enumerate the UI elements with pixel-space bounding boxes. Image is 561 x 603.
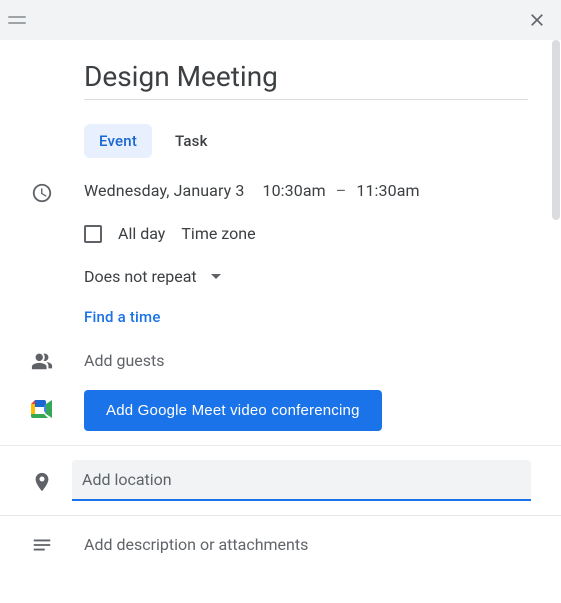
time-dash: – (336, 181, 347, 200)
type-tabs: Event Task (0, 100, 561, 180)
event-date[interactable]: Wednesday, January 3 (84, 181, 244, 200)
people-icon (31, 350, 53, 372)
location-pin-icon (31, 471, 53, 493)
guests-section: Add guests (0, 348, 561, 390)
drag-handle-icon[interactable] (8, 16, 26, 24)
recurrence-label: Does not repeat (84, 267, 197, 286)
scrollbar-thumb[interactable] (552, 40, 560, 220)
start-time[interactable]: 10:30am (262, 181, 325, 200)
end-time[interactable]: 11:30am (356, 181, 419, 200)
datetime-section: Wednesday, January 3 10:30am – 11:30am A… (0, 180, 561, 348)
tab-task[interactable]: Task (160, 124, 223, 158)
event-title-input[interactable]: Design Meeting (84, 60, 528, 100)
notes-icon (31, 534, 53, 556)
clock-icon (31, 182, 53, 204)
chevron-down-icon (211, 274, 221, 279)
recurrence-dropdown[interactable]: Does not repeat (84, 267, 531, 286)
add-guests-field[interactable]: Add guests (84, 351, 165, 370)
close-icon (527, 10, 547, 30)
allday-label[interactable]: All day (118, 224, 165, 243)
close-button[interactable] (525, 8, 549, 32)
dialog-header (0, 0, 561, 40)
add-meet-button[interactable]: Add Google Meet video conferencing (84, 390, 382, 431)
location-input[interactable] (72, 460, 531, 501)
timezone-button[interactable]: Time zone (181, 224, 255, 243)
allday-checkbox[interactable] (84, 225, 102, 243)
google-meet-icon (31, 400, 53, 418)
find-a-time-link[interactable]: Find a time (84, 308, 531, 326)
location-section (0, 446, 561, 515)
tab-event[interactable]: Event (84, 124, 152, 158)
description-section: Add description or attachments (0, 516, 561, 556)
event-editor-panel: Design Meeting Event Task Wednesday, Jan… (0, 40, 561, 556)
add-description-field[interactable]: Add description or attachments (84, 535, 308, 554)
conferencing-section: Add Google Meet video conferencing (0, 390, 561, 445)
